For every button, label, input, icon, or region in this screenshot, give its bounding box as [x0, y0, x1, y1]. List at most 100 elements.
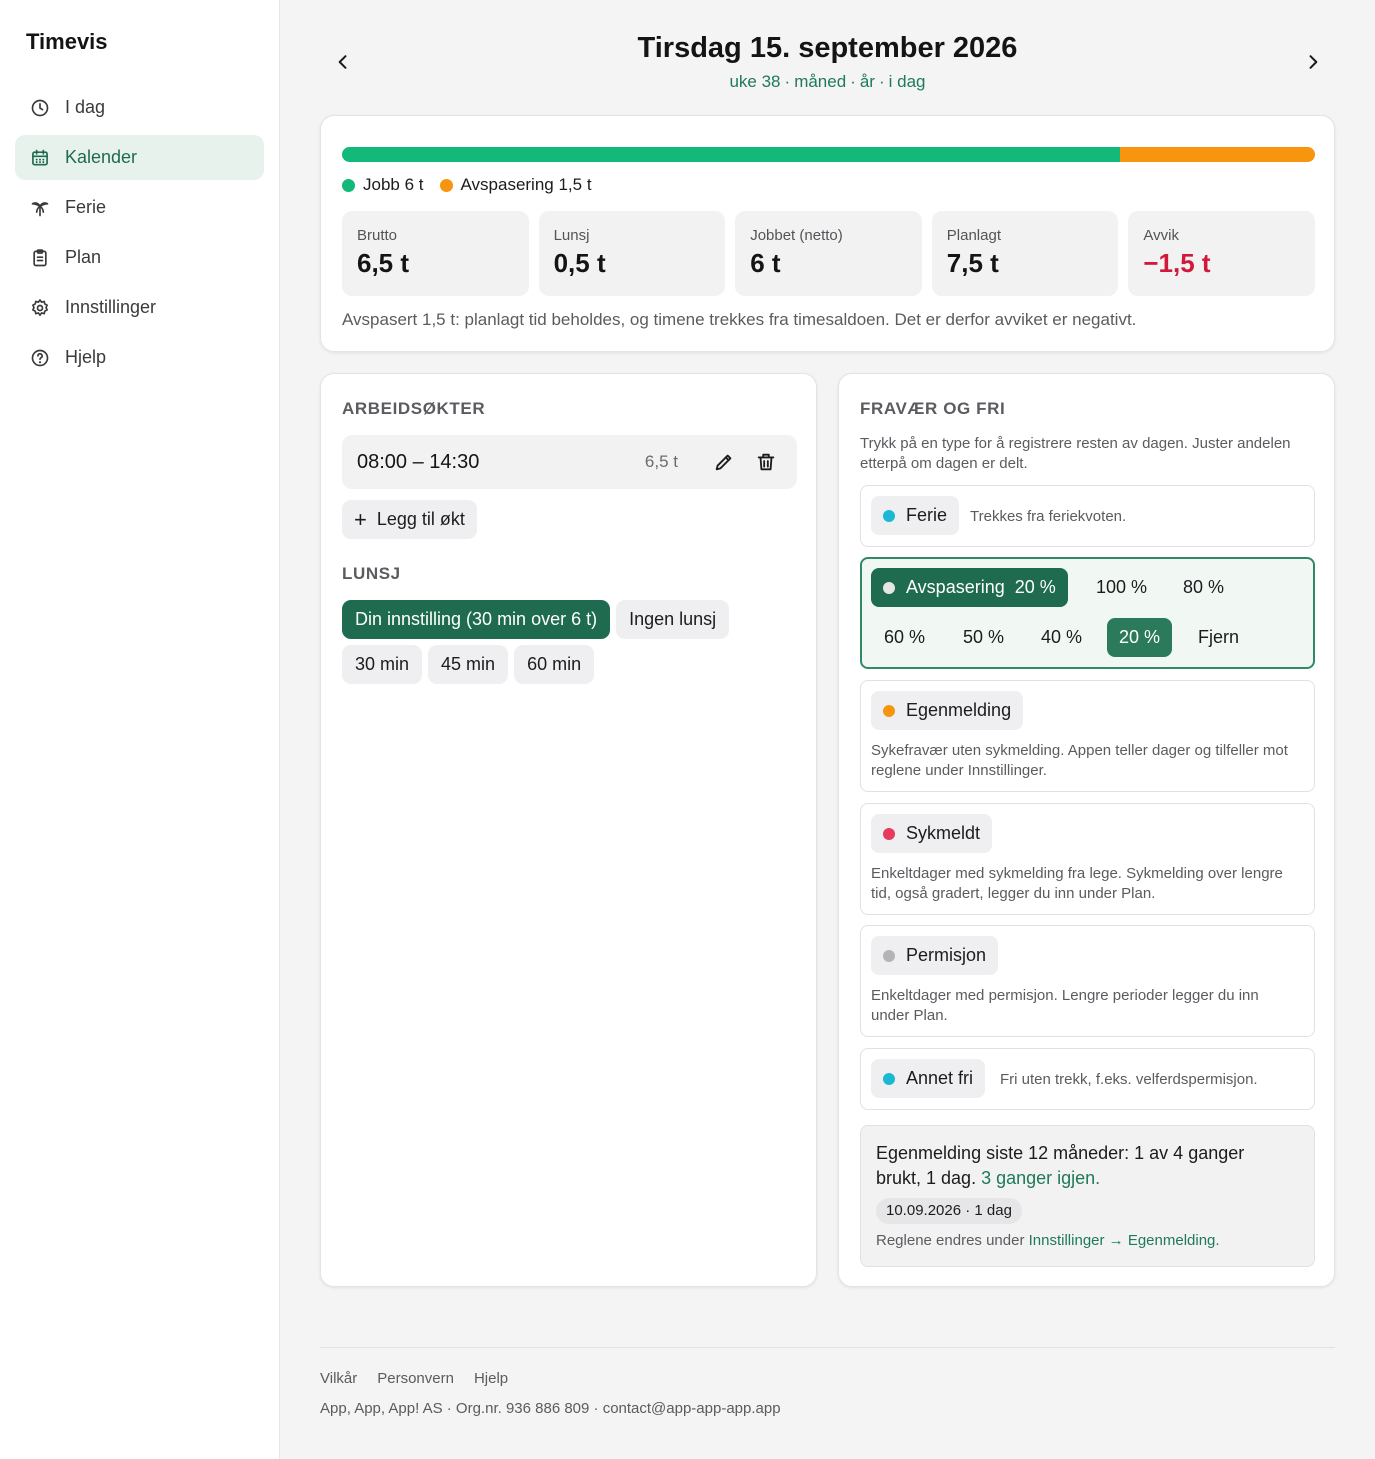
stat-avvik: Avvik −1,5 t: [1128, 211, 1315, 296]
absence-item-permisjon: Permisjon Enkeltdager med permisjon. Len…: [860, 925, 1315, 1037]
footer-company-info: App, App, App! AS · Org.nr. 936 886 809 …: [320, 1400, 781, 1417]
work-session-row[interactable]: 08:00 – 14:30 6,5 t: [342, 435, 797, 489]
edit-session-button[interactable]: [708, 446, 740, 478]
sidebar-item-label: Ferie: [65, 197, 107, 217]
absence-item-annet-fri: Annet fri Fri uten trekk, f.eks. velferd…: [860, 1048, 1315, 1110]
palm-tree-icon: [29, 197, 51, 219]
ferie-description: Trekkes fra feriekvoten.: [970, 508, 1127, 525]
share-option-20[interactable]: 20 %: [1107, 618, 1173, 657]
lunch-option-setting[interactable]: Din innstilling (30 min over 6 t): [342, 600, 611, 639]
session-duration: 6,5 t: [644, 452, 678, 471]
clock-icon: [29, 97, 51, 119]
avspasering-button[interactable]: Avspasering 20 %: [871, 568, 1068, 607]
work-sessions-card: ARBEIDSØKTER 08:00 – 14:30 6,5 t + Legg …: [320, 373, 817, 1287]
absence-item-sykmeldt: Sykmeldt Enkeltdager med sykmelding fra …: [860, 803, 1315, 915]
legend-dot: [342, 178, 355, 192]
absence-item-avspasering: Avspasering 20 % 100 % 80 % 60 % 50 % 40…: [860, 557, 1315, 669]
legend-job: Jobb 6 t: [342, 175, 424, 195]
bar-legend: Jobb 6 t Avspasering 1,5 t: [342, 175, 608, 195]
page-title: Tirsdag 15. september 2026: [637, 32, 1018, 64]
egenmelding-dot-icon: [883, 704, 895, 717]
lunch-options: Din innstilling (30 min over 6 t) Ingen …: [342, 600, 797, 684]
egenmelding-summary-box: Egenmelding siste 12 måneder: 1 av 4 gan…: [860, 1125, 1315, 1267]
clipboard-icon: [29, 247, 51, 269]
sidebar-item-label: Plan: [65, 247, 102, 267]
pencil-icon: [715, 454, 732, 471]
summary-note: Avspasert 1,5 t: planlagt tid beholdes, …: [342, 310, 1137, 329]
avspasering-bar-segment: [1120, 147, 1315, 162]
sidebar-item-plan[interactable]: Plan: [15, 235, 264, 280]
delete-session-button[interactable]: [750, 446, 782, 478]
sidebar-item-label: Innstillinger: [65, 297, 157, 317]
session-time: 08:00 – 14:30: [357, 450, 480, 473]
avspasering-dot-icon: [883, 581, 895, 594]
section-title: ARBEIDSØKTER: [342, 399, 486, 418]
remaining-count: 3 ganger igjen.: [981, 1168, 1101, 1188]
absence-card: FRAVÆR OG FRI Trykk på en type for å reg…: [838, 373, 1335, 1287]
week-link[interactable]: uke 38: [729, 72, 780, 91]
ferie-dot-icon: [883, 509, 895, 522]
legend-avspasering: Avspasering 1,5 t: [439, 175, 592, 195]
lunch-option-45[interactable]: 45 min: [428, 645, 509, 684]
sidebar-item-kalender[interactable]: Kalender: [15, 135, 264, 180]
legend-dot: [439, 178, 453, 192]
footer-links: Vilkår Personvern Hjelp: [320, 1370, 528, 1387]
day-summary-card: Jobb 6 t Avspasering 1,5 t Brutto 6,5 t …: [320, 115, 1335, 352]
share-option-50[interactable]: 50 %: [951, 618, 1016, 657]
sidebar-item-ferie[interactable]: Ferie: [15, 185, 264, 230]
sykmeldt-dot-icon: [883, 827, 895, 840]
sidebar: Timevis I dag Kalender Ferie Plan Innsti…: [0, 0, 280, 1459]
stats-row: Brutto 6,5 t Lunsj 0,5 t Jobbet (netto) …: [342, 211, 1315, 296]
absence-intro: Trykk på en type for å registrere resten…: [860, 435, 1291, 472]
sidebar-item-label: Kalender: [65, 147, 138, 167]
share-option-80[interactable]: 80 %: [1171, 568, 1236, 607]
footer-link-hjelp[interactable]: Hjelp: [474, 1370, 508, 1387]
annet-fri-description: Fri uten trekk, f.eks. velferdspermisjon…: [1000, 1071, 1258, 1088]
calendar-icon: [29, 147, 51, 169]
sykmeldt-description: Enkeltdager med sykmelding fra lege. Syk…: [871, 865, 1283, 902]
settings-egenmelding-link[interactable]: Innstillinger → Egenmelding.: [1029, 1232, 1220, 1249]
year-link[interactable]: år: [860, 72, 875, 91]
permisjon-description: Enkeltdager med permisjon. Lengre period…: [871, 987, 1259, 1024]
absence-item-egenmelding: Egenmelding Sykefravær uten sykmelding. …: [860, 680, 1315, 792]
app-logo-text[interactable]: Timevis: [26, 29, 108, 55]
help-circle-icon: [29, 347, 51, 369]
lunch-option-none[interactable]: Ingen lunsj: [616, 600, 730, 639]
month-link[interactable]: måned: [794, 72, 846, 91]
lunch-option-30[interactable]: 30 min: [342, 645, 423, 684]
sidebar-item-innstillinger[interactable]: Innstillinger: [15, 285, 264, 330]
today-link[interactable]: i dag: [889, 72, 926, 91]
plus-icon: +: [354, 506, 367, 532]
absence-item-ferie: Ferie Trekkes fra feriekvoten.: [860, 485, 1315, 547]
annet-fri-button[interactable]: Annet fri: [871, 1059, 986, 1098]
gear-icon: [29, 297, 51, 319]
permisjon-button[interactable]: Permisjon: [871, 936, 999, 975]
annet-fri-dot-icon: [883, 1072, 895, 1085]
egenmelding-usage-text: Egenmelding siste 12 måneder: 1 av 4 gan…: [876, 1143, 1245, 1188]
share-option-40[interactable]: 40 %: [1029, 618, 1094, 657]
share-option-100[interactable]: 100 %: [1084, 568, 1159, 607]
section-title: FRAVÆR OG FRI: [860, 399, 1006, 418]
add-session-button[interactable]: + Legg til økt: [342, 500, 477, 539]
sidebar-item-label: Hjelp: [65, 347, 107, 367]
sykmeldt-button[interactable]: Sykmeldt: [871, 814, 993, 853]
footer-link-vilkar[interactable]: Vilkår: [320, 1370, 357, 1387]
stat-jobbet-netto: Jobbet (netto) 6 t: [735, 211, 922, 296]
trash-icon: [757, 453, 775, 471]
egenmelding-date-chip: 10.09.2026 · 1 dag: [876, 1198, 1022, 1224]
stat-lunsj: Lunsj 0,5 t: [538, 211, 726, 296]
egenmelding-description: Sykefravær uten sykmelding. Appen teller…: [871, 742, 1288, 779]
rules-note: Reglene endres under Innstillinger → Ege…: [876, 1232, 1220, 1249]
footer-link-personvern[interactable]: Personvern: [377, 1370, 454, 1387]
egenmelding-button[interactable]: Egenmelding: [871, 691, 1024, 730]
ferie-button[interactable]: Ferie: [871, 496, 960, 535]
sidebar-item-i-dag[interactable]: I dag: [15, 85, 264, 130]
lunch-option-60[interactable]: 60 min: [514, 645, 595, 684]
permisjon-dot-icon: [883, 949, 895, 962]
share-option-60[interactable]: 60 %: [872, 618, 937, 657]
time-distribution-bar: [342, 147, 1315, 162]
remove-absence-button[interactable]: Fjern: [1186, 618, 1251, 657]
sidebar-nav: I dag Kalender Ferie Plan Innstillinger: [15, 85, 264, 385]
sidebar-item-hjelp[interactable]: Hjelp: [15, 335, 264, 380]
job-bar-segment: [342, 147, 1121, 162]
